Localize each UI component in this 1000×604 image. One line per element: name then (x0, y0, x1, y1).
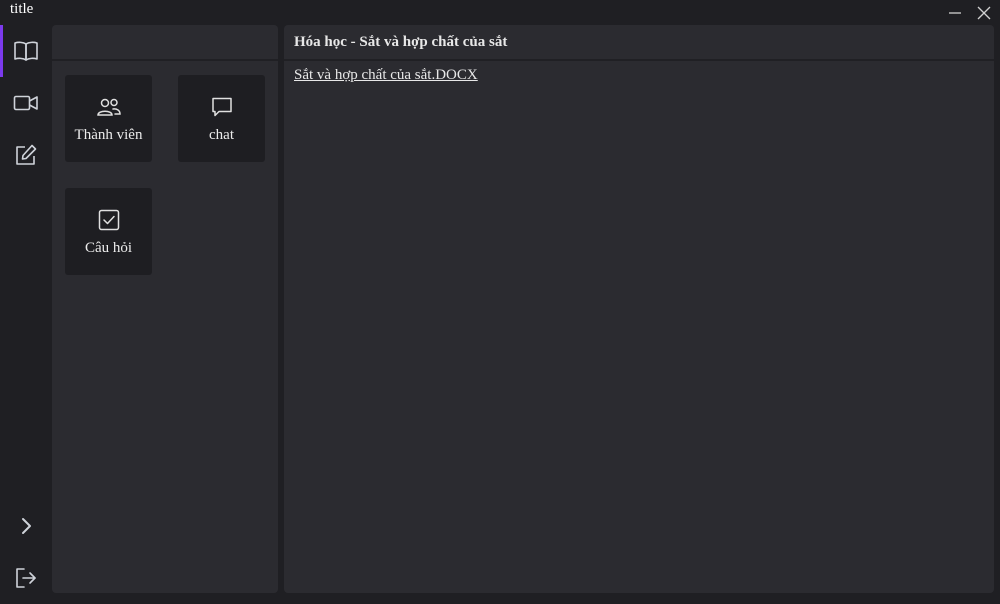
rail-item-video[interactable] (0, 77, 52, 129)
minimize-icon (949, 12, 961, 14)
tile-chat[interactable]: chat (178, 75, 265, 162)
edit-icon (16, 144, 37, 165)
document-title: Hóa học - Sắt và hợp chất của sắt (294, 34, 508, 50)
tile-chat-label: chat (209, 127, 234, 143)
title-bar: title (0, 0, 1000, 25)
minimize-button[interactable] (944, 2, 966, 24)
window-title: title (10, 1, 34, 17)
tools-panel: Thành viên chat Câu hỏi (52, 25, 278, 593)
document-panel: Hóa học - Sắt và hợp chất của sắt Sắt và… (284, 25, 994, 593)
file-link[interactable]: Sắt và hợp chất của sắt.DOCX (294, 67, 478, 84)
chevron-right-icon (22, 518, 31, 534)
video-icon (13, 95, 38, 111)
tile-members-label: Thành viên (74, 127, 143, 143)
rail-item-logout[interactable] (0, 552, 52, 604)
checkbox-icon (98, 209, 119, 231)
tile-questions[interactable]: Câu hỏi (65, 188, 152, 275)
logout-icon (16, 568, 36, 588)
rail-item-expand[interactable] (0, 500, 52, 552)
members-icon (96, 98, 121, 116)
book-icon (14, 41, 38, 61)
document-header: Hóa học - Sắt và hợp chất của sắt (284, 25, 994, 61)
tools-panel-header (52, 25, 278, 61)
close-button[interactable] (973, 2, 995, 24)
nav-rail (0, 25, 52, 600)
chat-icon (211, 97, 232, 117)
tile-members[interactable]: Thành viên (65, 75, 152, 162)
close-icon (977, 6, 991, 20)
rail-item-edit[interactable] (0, 129, 52, 181)
tile-questions-label: Câu hỏi (84, 240, 133, 256)
rail-item-documents[interactable] (0, 25, 52, 77)
